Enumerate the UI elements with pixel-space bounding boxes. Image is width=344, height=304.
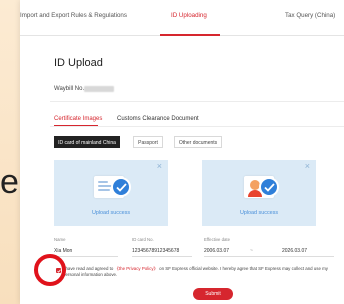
- id-number-underline: [132, 256, 192, 257]
- doc-type-other[interactable]: Other documents: [174, 136, 222, 148]
- close-icon[interactable]: ×: [157, 162, 162, 171]
- id-number-label: ID card No.: [132, 237, 154, 242]
- subtab-certificate-images[interactable]: Certificate Images: [54, 116, 102, 122]
- doc-type-mainland-id[interactable]: ID card of mainland China: [54, 136, 120, 148]
- submit-button[interactable]: Submit: [193, 288, 233, 300]
- close-icon[interactable]: ×: [305, 162, 310, 171]
- divider: [50, 101, 344, 102]
- id-upload-card: Import and Export Rules & Regulations ID…: [20, 0, 344, 304]
- upload-status: Upload success: [91, 210, 131, 216]
- agreement-text: I have read and agreed to 《the Privacy P…: [63, 266, 343, 278]
- page-title: ID Upload: [54, 57, 103, 69]
- background-text: e: [0, 163, 19, 201]
- name-field[interactable]: Xia Mon: [54, 248, 72, 254]
- name-label: Name: [54, 237, 66, 242]
- waybill-label: Waybill No.: [54, 86, 85, 92]
- doc-type-passport[interactable]: Passport: [133, 136, 163, 148]
- divider: [50, 126, 344, 127]
- tab-tax-query[interactable]: Tax Query (China): [285, 12, 335, 19]
- top-tabs: Import and Export Rules & Regulations ID…: [20, 0, 344, 36]
- upload-box-back[interactable]: × Upload success: [202, 160, 316, 226]
- effective-start-field[interactable]: 2006.03.07: [204, 248, 229, 254]
- effective-end-field[interactable]: 2026.03.07: [282, 248, 307, 254]
- effective-date-underline: [204, 256, 334, 257]
- waybill-number-redacted: [84, 86, 114, 92]
- checkmark-icon: [111, 177, 131, 197]
- date-separator: ~: [250, 248, 253, 254]
- checkmark-icon: [259, 177, 279, 197]
- active-tab-indicator: [160, 34, 220, 36]
- effective-date-label: Effective date: [204, 237, 230, 242]
- upload-status: Upload success: [239, 210, 279, 216]
- checkbox-highlight-ring: [34, 254, 66, 286]
- name-underline: [54, 256, 118, 257]
- tab-id-uploading[interactable]: ID Uploading: [171, 12, 207, 19]
- upload-box-front[interactable]: × Upload success: [54, 160, 168, 226]
- subtab-customs-clearance[interactable]: Customs Clearance Document: [117, 116, 199, 122]
- id-number-field[interactable]: 12345678912345678: [132, 248, 179, 254]
- tab-import-export-rules[interactable]: Import and Export Rules & Regulations: [20, 12, 127, 19]
- privacy-policy-link[interactable]: 《the Privacy Policy》: [115, 266, 158, 271]
- agreement-prefix: I have read and agreed to: [63, 266, 115, 271]
